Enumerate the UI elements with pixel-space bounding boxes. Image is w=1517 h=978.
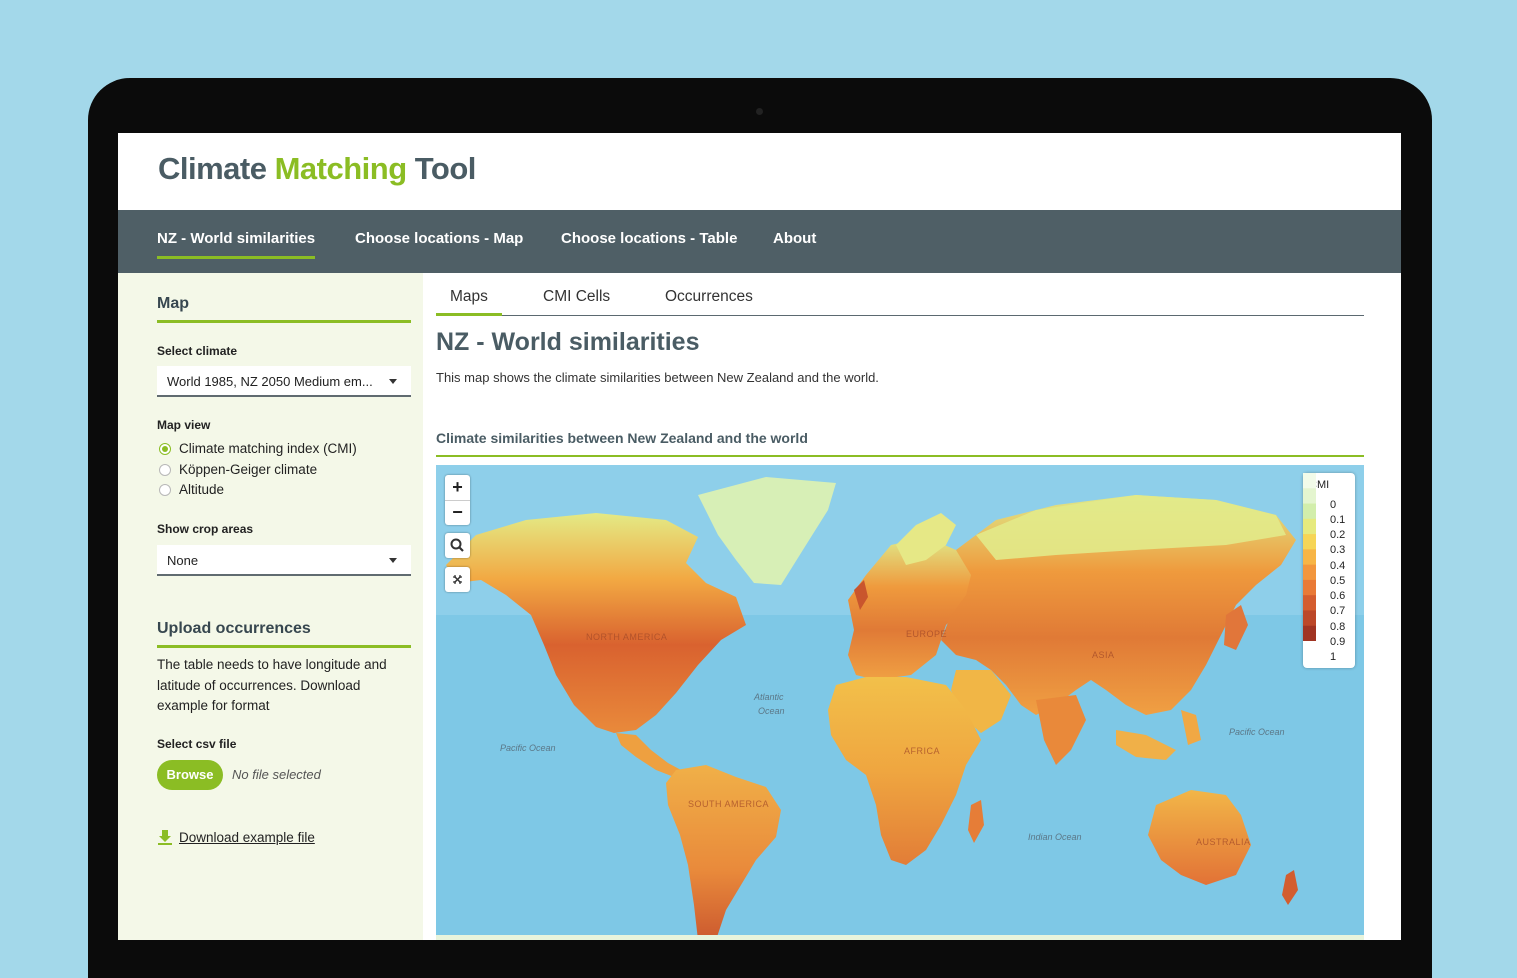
map-search-button[interactable] (445, 533, 470, 558)
legend-label-09: 0.9 (1330, 636, 1346, 648)
legend-label-03: 0.3 (1330, 544, 1346, 556)
app-title-word-2: Matching (274, 151, 408, 186)
browse-button[interactable]: Browse (157, 760, 223, 790)
legend-swatch (1303, 488, 1316, 505)
zoom-in-button[interactable]: + (445, 475, 470, 501)
nav-item-about[interactable]: About (773, 230, 816, 247)
zoom-out-button[interactable]: − (445, 500, 470, 525)
page-title: NZ - World similarities (436, 328, 700, 356)
nav-item-nz-world[interactable]: NZ - World similarities (157, 230, 316, 259)
radio-unselected-icon (159, 464, 171, 476)
label-africa: AFRICA (904, 746, 941, 756)
legend-swatch (1303, 595, 1316, 611)
legend-color-ramp (1303, 473, 1316, 641)
app-title-word-3: Tool (414, 151, 477, 186)
map-heading-rule (157, 320, 411, 323)
map-section-rule (436, 455, 1364, 457)
search-icon (450, 538, 464, 552)
app-header: Climate Matching Tool (118, 133, 1401, 210)
climate-select-value: World 1985, NZ 2050 Medium em... (167, 374, 373, 389)
label-pacific-right: Pacific Ocean (1229, 727, 1285, 737)
no-file-status: No file selected (232, 767, 321, 782)
legend-label-08: 0.8 (1330, 621, 1346, 633)
climate-select[interactable]: World 1985, NZ 2050 Medium em... (157, 366, 411, 397)
crop-areas-select[interactable]: None (157, 545, 411, 576)
legend-swatch (1303, 625, 1316, 641)
legend-swatch (1303, 579, 1316, 596)
label-atlantic-1: Atlantic (754, 692, 784, 702)
map-view-label: Map view (157, 418, 211, 432)
legend-label-1: 1 (1330, 651, 1337, 663)
legend-label-04: 0.4 (1330, 560, 1346, 572)
legend-swatch (1303, 518, 1316, 535)
antarctica-edge (436, 935, 1364, 940)
label-asia: ASIA (1092, 650, 1115, 660)
fullscreen-icon (453, 575, 462, 584)
label-indian: Indian Ocean (1028, 832, 1082, 842)
content-tabs: Maps CMI Cells Occurrences (436, 273, 1364, 316)
download-icon (157, 829, 173, 848)
download-example-link[interactable]: Download example file (157, 829, 315, 848)
crop-areas-value: None (167, 553, 199, 568)
legend-label-0: 0 (1330, 499, 1337, 511)
crop-areas-label: Show crop areas (157, 522, 254, 536)
legend-label-05: 0.5 (1330, 575, 1346, 587)
legend-swatch (1303, 610, 1316, 627)
label-pacific-left: Pacific Ocean (500, 743, 556, 753)
radio-cmi-label: Climate matching index (CMI) (179, 441, 357, 456)
legend-swatch (1303, 503, 1316, 520)
radio-selected-icon (159, 443, 171, 455)
map-section-title: Climate similarities between New Zealand… (436, 430, 808, 446)
radio-koppen[interactable]: Köppen-Geiger climate (159, 462, 317, 480)
tab-occurrences[interactable]: Occurrences (665, 288, 753, 306)
map-heading: Map (157, 295, 189, 312)
nav-item-choose-map[interactable]: Choose locations - Map (355, 230, 523, 247)
upload-heading-rule (157, 645, 411, 648)
upload-instructions: The table needs to have longitude and la… (157, 657, 387, 713)
radio-koppen-label: Köppen-Geiger climate (179, 462, 318, 477)
world-cmi-map[interactable]: NORTH AMERICA EUROPE ASIA AFRICA SOUTH A… (436, 465, 1364, 940)
radio-altitude-label: Altitude (179, 482, 225, 497)
label-europe: EUROPE (906, 629, 948, 639)
legend-swatch (1303, 549, 1316, 566)
tab-maps[interactable]: Maps (436, 288, 502, 316)
nav-item-choose-table[interactable]: Choose locations - Table (561, 230, 737, 247)
zoom-control: + − (445, 475, 470, 525)
chevron-down-icon (389, 558, 397, 563)
map-fullscreen-button[interactable] (445, 567, 470, 592)
world-map-graphic (436, 465, 1364, 940)
legend-swatch (1303, 534, 1316, 550)
cmi-legend: CMI 0 0.1 0.2 0.3 0.4 0.5 0.6 0.7 0.8 0.… (1303, 473, 1355, 668)
sidebar: Map Select climate World 1985, NZ 2050 M… (118, 273, 423, 940)
legend-swatch (1303, 564, 1316, 581)
main-content: Maps CMI Cells Occurrences NZ - World si… (436, 273, 1364, 940)
legend-label-01: 0.1 (1330, 514, 1346, 526)
legend-label-06: 0.6 (1330, 590, 1346, 602)
select-climate-label: Select climate (157, 344, 238, 358)
label-south-america: SOUTH AMERICA (688, 799, 770, 809)
page-description: This map shows the climate similarities … (436, 370, 879, 385)
download-example-label: Download example file (179, 830, 315, 845)
legend-swatch (1303, 473, 1316, 489)
radio-cmi[interactable]: Climate matching index (CMI) (159, 441, 357, 459)
app-title-word-1: Climate (158, 151, 267, 186)
label-australia: AUSTRALIA (1196, 837, 1251, 847)
webcam (756, 108, 763, 115)
browser-screen: Climate Matching Tool NZ - World similar… (118, 133, 1401, 940)
tab-cmi-cells[interactable]: CMI Cells (543, 288, 610, 306)
legend-label-07: 0.7 (1330, 605, 1346, 617)
app-title[interactable]: Climate Matching Tool (158, 151, 476, 187)
chevron-down-icon (389, 379, 397, 384)
label-north-america: NORTH AMERICA (586, 632, 668, 642)
radio-unselected-icon (159, 484, 171, 496)
main-navbar: NZ - World similarities Choose locations… (118, 210, 1401, 273)
csv-label: Select csv file (157, 737, 237, 751)
legend-label-02: 0.2 (1330, 529, 1346, 541)
upload-heading: Upload occurrences (157, 620, 311, 637)
radio-altitude[interactable]: Altitude (159, 482, 224, 500)
label-atlantic-2: Ocean (758, 706, 785, 716)
